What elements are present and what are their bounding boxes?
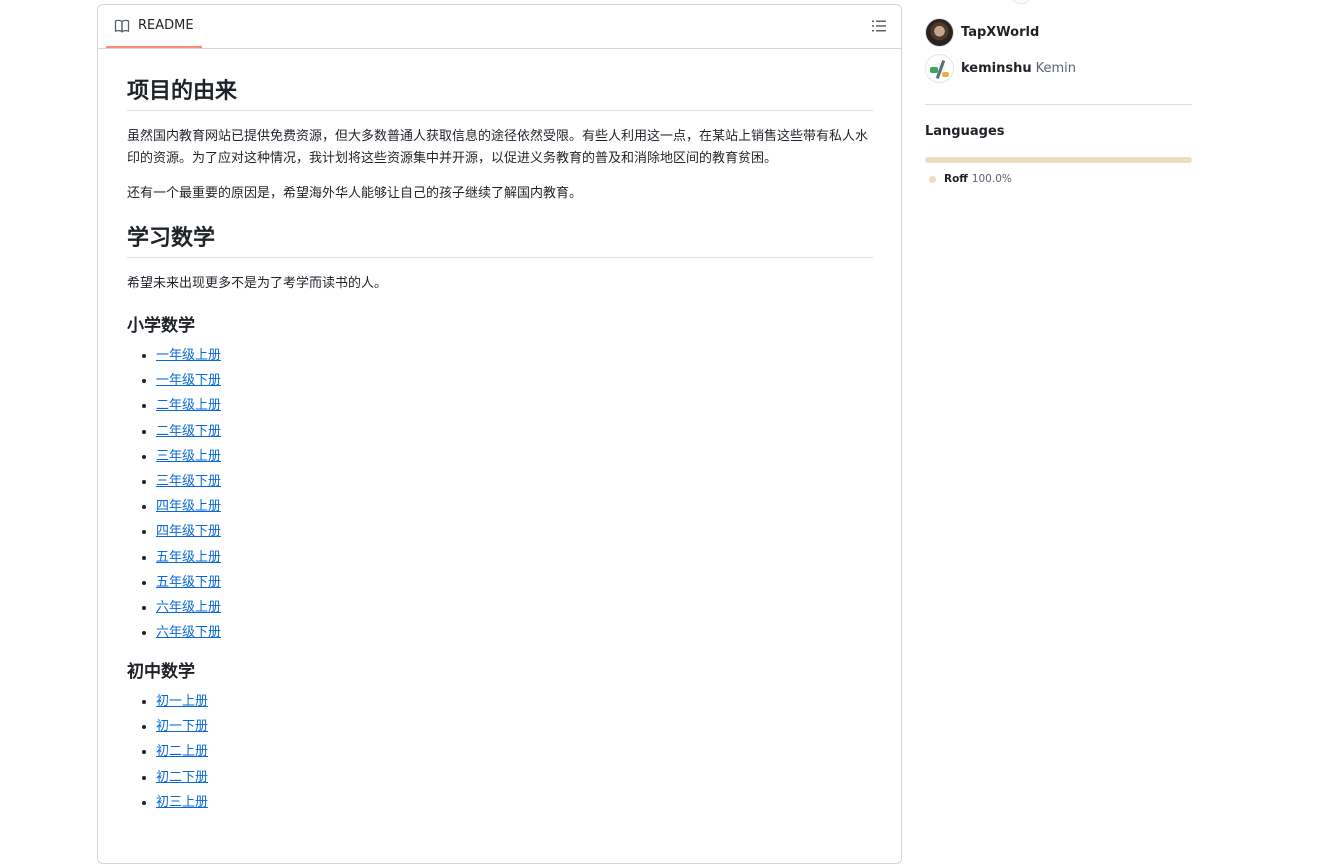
list-item: 六年级下册 [156, 624, 873, 641]
language-color-dot [929, 175, 936, 183]
link-junior2-vol1[interactable]: 初二上册 [156, 744, 208, 759]
link-grade6-vol1[interactable]: 六年级上册 [156, 600, 221, 615]
language-percent: 100.0% [971, 173, 1012, 185]
junior-link-list: 初一上册 初一下册 初二上册 初二下册 初三上册 [127, 693, 873, 811]
link-junior2-vol2[interactable]: 初二下册 [156, 770, 208, 785]
primary-link-list: 一年级上册 一年级下册 二年级上册 二年级下册 三年级上册 三年级下册 四年级上… [127, 347, 873, 641]
link-grade6-vol2[interactable]: 六年级下册 [156, 625, 221, 640]
contributor-login[interactable]: TapXWorld [961, 25, 1039, 40]
language-name: Roff [944, 173, 968, 185]
link-grade4-vol2[interactable]: 四年级下册 [156, 524, 221, 539]
list-item: 初二下册 [156, 769, 873, 786]
readme-header: README [98, 5, 901, 49]
link-junior1-vol2[interactable]: 初一下册 [156, 719, 208, 734]
list-item: 五年级上册 [156, 549, 873, 566]
contributor-login[interactable]: keminshu [961, 61, 1032, 76]
link-grade1-vol2[interactable]: 一年级下册 [156, 373, 221, 388]
language-item-roff[interactable]: Roff 100.0% [929, 173, 1012, 185]
heading-junior-math: 初中数学 [127, 662, 195, 683]
contributor-name: Kemin [1035, 61, 1077, 76]
list-item: 初一上册 [156, 693, 873, 710]
link-junior3-vol1[interactable]: 初三上册 [156, 795, 208, 810]
link-grade3-vol1[interactable]: 三年级上册 [156, 449, 221, 464]
list-item: 三年级上册 [156, 448, 873, 465]
list-item: 一年级下册 [156, 372, 873, 389]
list-item: 五年级下册 [156, 574, 873, 591]
contributor-keminshu[interactable]: keminshu Kemin [925, 54, 1076, 83]
link-grade5-vol1[interactable]: 五年级上册 [156, 550, 221, 565]
list-item: 初一下册 [156, 718, 873, 735]
avatar-edge [1012, 0, 1030, 4]
link-grade3-vol2[interactable]: 三年级下册 [156, 474, 221, 489]
readme-content: 项目的由来 虽然国内教育网站已提供免费资源，但大多数普通人获取信息的途径依然受限… [98, 78, 901, 811]
list-unordered-icon[interactable] [871, 18, 887, 34]
list-item: 二年级上册 [156, 397, 873, 414]
origin-paragraph-1: 虽然国内教育网站已提供免费资源，但大多数普通人获取信息的途径依然受限。有些人利用… [127, 129, 869, 166]
list-item: 四年级上册 [156, 498, 873, 515]
divider [925, 104, 1192, 105]
readme-panel: README 项目的由来 虽然国内教育网站已提供免费资源，但大多数普通人获取信息… [97, 4, 902, 864]
link-grade4-vol1[interactable]: 四年级上册 [156, 499, 221, 514]
link-grade1-vol1[interactable]: 一年级上册 [156, 348, 221, 363]
link-junior1-vol1[interactable]: 初一上册 [156, 694, 208, 709]
list-item: 一年级上册 [156, 347, 873, 364]
list-item: 初三上册 [156, 794, 873, 811]
tab-readme[interactable]: README [106, 5, 202, 48]
language-bar [925, 157, 1192, 163]
list-item: 四年级下册 [156, 523, 873, 540]
heading-origin: 项目的由来 [127, 78, 873, 111]
avatar[interactable] [925, 54, 954, 83]
link-grade2-vol1[interactable]: 二年级上册 [156, 398, 221, 413]
contributor-tapxworld[interactable]: TapXWorld [925, 18, 1039, 47]
heading-primary-math: 小学数学 [127, 316, 195, 336]
link-grade5-vol2[interactable]: 五年级下册 [156, 575, 221, 590]
math-paragraph: 希望未来出现更多不是为了考学而读书的人。 [127, 275, 388, 291]
list-item: 六年级上册 [156, 599, 873, 616]
tab-readme-label: README [138, 18, 194, 33]
list-item: 初二上册 [156, 743, 873, 760]
avatar[interactable] [925, 18, 954, 47]
origin-paragraph-2: 还有一个最重要的原因是，希望海外华人能够让自己的孩子继续了解国内教育。 [127, 186, 583, 201]
list-item: 二年级下册 [156, 423, 873, 440]
heading-math: 学习数学 [127, 225, 873, 258]
languages-title: Languages [925, 124, 1005, 139]
list-item: 三年级下册 [156, 473, 873, 490]
book-icon [114, 18, 130, 34]
link-grade2-vol2[interactable]: 二年级下册 [156, 424, 221, 439]
